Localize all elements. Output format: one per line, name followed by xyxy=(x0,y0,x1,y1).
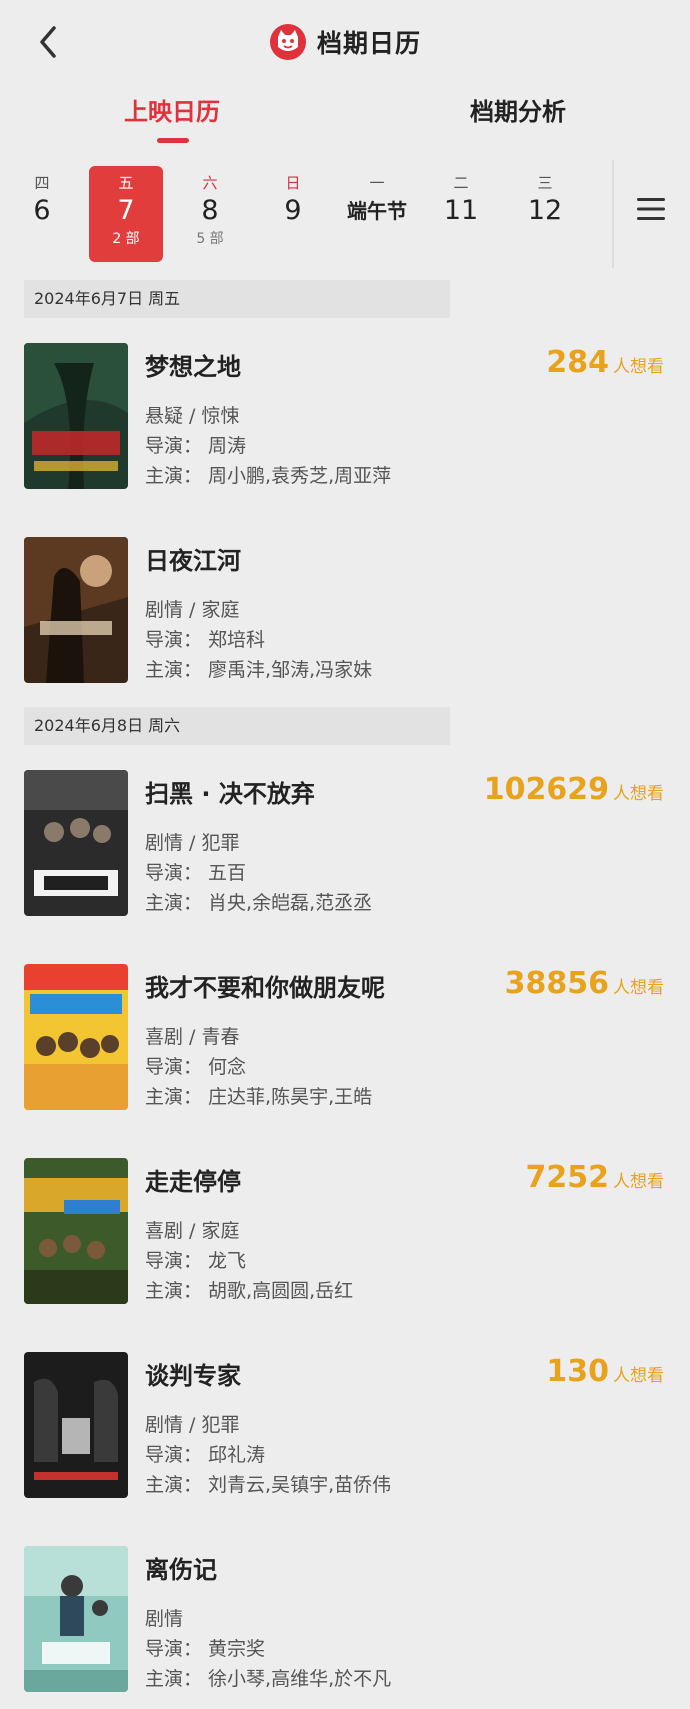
movie-card[interactable]: 谈判专家 130 人想看 剧情 / 犯罪 导演： 邱礼涛 主演： 刘青云,吴镇宇… xyxy=(0,1352,690,1502)
movie-genre: 悬疑 / 惊悚 xyxy=(145,405,240,427)
movie-director: 导演： 龙飞 xyxy=(145,1250,247,1272)
date-weekday: 二 xyxy=(453,174,469,192)
date-item-9[interactable]: 日 9 xyxy=(256,166,330,262)
movie-genre: 剧情 / 家庭 xyxy=(145,599,240,621)
movie-title[interactable]: 走走停停 xyxy=(145,1162,241,1197)
date-count: 2 部 xyxy=(112,231,140,247)
want-count: 284 xyxy=(546,345,609,380)
date-number: 11 xyxy=(443,195,479,226)
movie-director: 导演： 郑培科 xyxy=(145,629,266,651)
date-strip: 四 6 五 7 2 部 六 8 5 部 日 9 一 端午节 二 11 三 12 xyxy=(0,150,690,268)
strip-divider xyxy=(612,160,614,268)
want-count: 130 xyxy=(546,1354,609,1389)
date-count xyxy=(256,228,330,250)
date-weekday: 一 xyxy=(369,174,385,192)
movie-director: 导演： 邱礼涛 xyxy=(145,1444,266,1466)
movie-director: 导演： 五百 xyxy=(145,862,247,884)
movie-genre: 剧情 / 犯罪 xyxy=(145,1414,240,1436)
want-to-see: 102629 人想看 xyxy=(484,772,664,807)
tab-release-calendar[interactable]: 上映日历 xyxy=(62,88,282,144)
movie-title[interactable]: 日夜江河 xyxy=(145,541,241,576)
movie-title[interactable]: 扫黑 · 决不放弃 xyxy=(145,774,315,809)
movie-poster[interactable] xyxy=(24,770,128,916)
movie-title[interactable]: 谈判专家 xyxy=(145,1356,241,1391)
date-number: 6 xyxy=(33,195,51,226)
cat-logo-icon xyxy=(269,24,306,60)
date-item-6[interactable]: 四 6 xyxy=(5,166,79,262)
movie-genre: 喜剧 / 家庭 xyxy=(145,1220,240,1242)
movie-director: 导演： 黄宗奖 xyxy=(145,1638,266,1660)
want-to-see: 130 人想看 xyxy=(546,1354,664,1389)
movie-card[interactable]: 我才不要和你做朋友呢 38856 人想看 喜剧 / 青春 导演： 何念 主演： … xyxy=(0,964,690,1114)
date-count: 5 部 xyxy=(196,231,224,247)
date-item-dragon-boat[interactable]: 一 端午节 xyxy=(340,166,414,262)
section-date-header: 2024年6月7日 周五 xyxy=(24,280,450,318)
movie-cast: 主演： 胡歌,高圆圆,岳红 xyxy=(145,1280,354,1302)
date-weekday: 日 xyxy=(285,174,301,192)
movie-title[interactable]: 梦想之地 xyxy=(145,347,241,382)
want-unit: 人想看 xyxy=(613,784,664,804)
tab-bar: 上映日历 档期分析 xyxy=(0,88,690,144)
date-weekday: 五 xyxy=(118,174,134,192)
want-to-see: 38856 人想看 xyxy=(505,966,664,1001)
date-number: 端午节 xyxy=(347,199,407,223)
date-weekday: 四 xyxy=(34,174,50,192)
movie-card[interactable]: 日夜江河 剧情 / 家庭 导演： 郑培科 主演： 廖禹沣,邹涛,冯家妹 xyxy=(0,537,690,687)
movie-genre: 喜剧 / 青春 xyxy=(145,1026,240,1048)
want-to-see: 7252 人想看 xyxy=(526,1160,665,1195)
movie-card[interactable]: 走走停停 7252 人想看 喜剧 / 家庭 导演： 龙飞 主演： 胡歌,高圆圆,… xyxy=(0,1158,690,1308)
date-count xyxy=(340,228,414,250)
movie-director: 导演： 何念 xyxy=(145,1056,247,1078)
want-to-see: 284 人想看 xyxy=(546,345,664,380)
date-item-12[interactable]: 三 12 xyxy=(508,166,582,262)
date-count xyxy=(424,228,498,250)
section-date-header: 2024年6月8日 周六 xyxy=(24,707,450,745)
want-unit: 人想看 xyxy=(613,357,664,377)
date-number: 12 xyxy=(527,195,563,226)
hamburger-menu-icon[interactable] xyxy=(636,196,666,222)
date-count xyxy=(508,228,582,250)
movie-genre: 剧情 xyxy=(145,1608,184,1630)
movie-poster[interactable] xyxy=(24,1158,128,1304)
want-count: 102629 xyxy=(483,772,609,807)
movie-cast: 主演： 徐小琴,高维华,於不凡 xyxy=(145,1668,392,1690)
date-item-11[interactable]: 二 11 xyxy=(424,166,498,262)
date-number: 9 xyxy=(284,195,302,226)
movie-poster[interactable] xyxy=(24,1352,128,1498)
movie-cast: 主演： 廖禹沣,邹涛,冯家妹 xyxy=(145,659,373,681)
want-count: 7252 xyxy=(525,1160,610,1195)
want-unit: 人想看 xyxy=(613,1172,664,1192)
tab-schedule-analysis[interactable]: 档期分析 xyxy=(408,88,628,144)
date-item-8[interactable]: 六 8 5 部 xyxy=(173,166,247,262)
movie-card[interactable]: 离伤记 剧情 导演： 黄宗奖 主演： 徐小琴,高维华,於不凡 xyxy=(0,1546,690,1696)
movie-director: 导演： 周涛 xyxy=(145,435,247,457)
date-weekday: 六 xyxy=(202,174,218,192)
want-unit: 人想看 xyxy=(613,978,664,998)
movie-genre: 剧情 / 犯罪 xyxy=(145,832,240,854)
date-count xyxy=(5,228,79,250)
movie-poster[interactable] xyxy=(24,1546,128,1692)
movie-poster[interactable] xyxy=(24,537,128,683)
date-number: 7 xyxy=(117,195,135,226)
date-weekday: 三 xyxy=(537,174,553,192)
top-bar: 档期日历 xyxy=(0,0,690,82)
want-unit: 人想看 xyxy=(613,1366,664,1386)
page-title-group: 档期日历 xyxy=(0,20,690,64)
movie-card[interactable]: 扫黑 · 决不放弃 102629 人想看 剧情 / 犯罪 导演： 五百 主演： … xyxy=(0,770,690,920)
date-item-7[interactable]: 五 7 2 部 xyxy=(89,166,163,262)
movie-title[interactable]: 离伤记 xyxy=(145,1550,217,1585)
active-tab-indicator xyxy=(157,138,189,143)
movie-cast: 主演： 周小鹏,袁秀芝,周亚萍 xyxy=(145,465,392,487)
movie-cast: 主演： 肖央,余皑磊,范丞丞 xyxy=(145,892,373,914)
page-title: 档期日历 xyxy=(316,29,421,58)
movie-card[interactable]: 梦想之地 284 人想看 悬疑 / 惊悚 导演： 周涛 主演： 周小鹏,袁秀芝,… xyxy=(0,343,690,493)
date-number: 8 xyxy=(201,195,219,226)
movie-title[interactable]: 我才不要和你做朋友呢 xyxy=(145,968,385,1003)
movie-cast: 主演： 庄达菲,陈昊宇,王皓 xyxy=(145,1086,373,1108)
movie-poster[interactable] xyxy=(24,343,128,489)
movie-poster[interactable] xyxy=(24,964,128,1110)
want-count: 38856 xyxy=(504,966,609,1001)
movie-cast: 主演： 刘青云,吴镇宇,苗侨伟 xyxy=(145,1474,392,1496)
